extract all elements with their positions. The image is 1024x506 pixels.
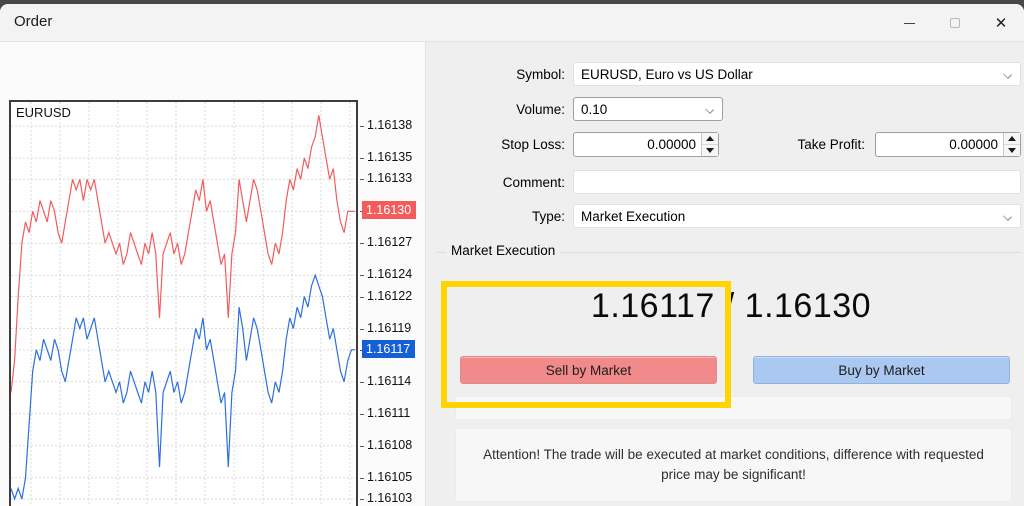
axis-tick-mark: [360, 275, 364, 276]
axis-tick-mark: [360, 243, 364, 244]
stop-loss-label: Stop Loss:: [400, 137, 565, 152]
chart-panel: EURUSD 1.161381.161351.161331.161301.161…: [0, 42, 425, 506]
stop-loss-value: 0.00000: [574, 133, 700, 156]
symbol-value: EURUSD, Euro vs US Dollar: [581, 67, 753, 82]
spin-down-button[interactable]: [1004, 145, 1020, 156]
axis-price-label: 1.16111: [367, 406, 410, 420]
bid-line: [11, 275, 355, 499]
bid-price: 1.16117: [591, 287, 715, 325]
window-controls: ✕: [886, 4, 1024, 42]
axis-price-label: 1.16122: [367, 289, 412, 303]
buy-by-market-button[interactable]: Buy by Market: [753, 356, 1010, 384]
axis-price-label: 1.16124: [367, 267, 412, 281]
axis-tick-mark: [360, 382, 364, 383]
axis-tick-mark: [360, 414, 364, 415]
axis-price-label: 1.16127: [367, 235, 412, 249]
arrow-down-icon: [1008, 148, 1016, 153]
take-profit-value: 0.00000: [876, 133, 1002, 156]
bid-price-tag: 1.16117: [362, 340, 415, 358]
axis-tick-mark: [360, 158, 364, 159]
ask-price: 1.16130: [745, 287, 871, 325]
chevron-down-icon: [705, 105, 714, 114]
sell-by-market-button[interactable]: Sell by Market: [460, 356, 717, 384]
axis-price-label: 1.16103: [367, 491, 412, 505]
tick-chart: EURUSD: [9, 100, 358, 506]
chart-symbol-label: EURUSD: [16, 105, 71, 120]
type-label: Type:: [400, 209, 565, 224]
take-profit-label: Take Profit:: [700, 137, 865, 152]
volume-value: 0.10: [581, 102, 607, 117]
price-separator: /: [715, 287, 745, 325]
symbol-select[interactable]: EURUSD, Euro vs US Dollar: [573, 62, 1021, 86]
volume-label: Volume:: [400, 102, 565, 117]
spin-up-button[interactable]: [1004, 133, 1020, 145]
order-type-value: Market Execution: [581, 209, 685, 224]
ask-line: [11, 115, 355, 392]
axis-tick-mark: [360, 446, 364, 447]
axis-tick-mark: [360, 179, 364, 180]
window-title: Order: [14, 13, 52, 30]
axis-tick-mark: [360, 499, 364, 500]
volume-select[interactable]: 0.10: [573, 97, 723, 121]
stop-loss-stepper[interactable]: 0.00000: [573, 132, 719, 157]
minimize-button[interactable]: [886, 4, 932, 42]
quote-display: 1.16117 / 1.16130: [441, 287, 1021, 326]
comment-label: Comment:: [400, 175, 565, 190]
axis-price-label: 1.16108: [367, 438, 412, 452]
arrow-up-icon: [1008, 136, 1016, 141]
axis-price-label: 1.16105: [367, 470, 412, 484]
attention-panel: Attention! The trade will be executed at…: [455, 428, 1012, 502]
axis-price-label: 1.16135: [367, 150, 412, 164]
axis-price-label: 1.16119: [367, 321, 411, 335]
comment-input[interactable]: [573, 170, 1021, 194]
take-profit-stepper[interactable]: 0.00000: [875, 132, 1021, 157]
minimize-icon: [904, 23, 915, 24]
close-icon: ✕: [995, 16, 1008, 31]
maximize-button[interactable]: [932, 4, 978, 42]
axis-tick-mark: [360, 297, 364, 298]
chevron-down-icon: [1003, 70, 1012, 79]
take-profit-spin-buttons: [1003, 133, 1020, 156]
order-type-select[interactable]: Market Execution: [573, 204, 1021, 228]
ask-price-tag: 1.16130: [362, 201, 416, 219]
price-axis: 1.161381.161351.161331.161301.161271.161…: [360, 100, 425, 506]
close-button[interactable]: ✕: [978, 4, 1024, 42]
axis-tick-mark: [360, 329, 364, 330]
chart-canvas: [11, 102, 356, 506]
title-bar: Order ✕: [0, 4, 1024, 42]
symbol-label: Symbol:: [400, 67, 565, 82]
axis-price-label: 1.16114: [367, 374, 411, 388]
axis-tick-mark: [360, 126, 364, 127]
chevron-down-icon: [1003, 212, 1012, 221]
maximize-icon: [950, 18, 960, 28]
axis-tick-mark: [360, 478, 364, 479]
fill-policy-strip: [455, 396, 1012, 420]
order-dialog: Order ✕ EURUSD 1.161381.161351.161331.16…: [0, 4, 1024, 506]
axis-price-label: 1.16138: [367, 118, 412, 132]
group-title: Market Execution: [446, 243, 560, 258]
attention-text: Attention! The trade will be executed at…: [478, 445, 990, 486]
